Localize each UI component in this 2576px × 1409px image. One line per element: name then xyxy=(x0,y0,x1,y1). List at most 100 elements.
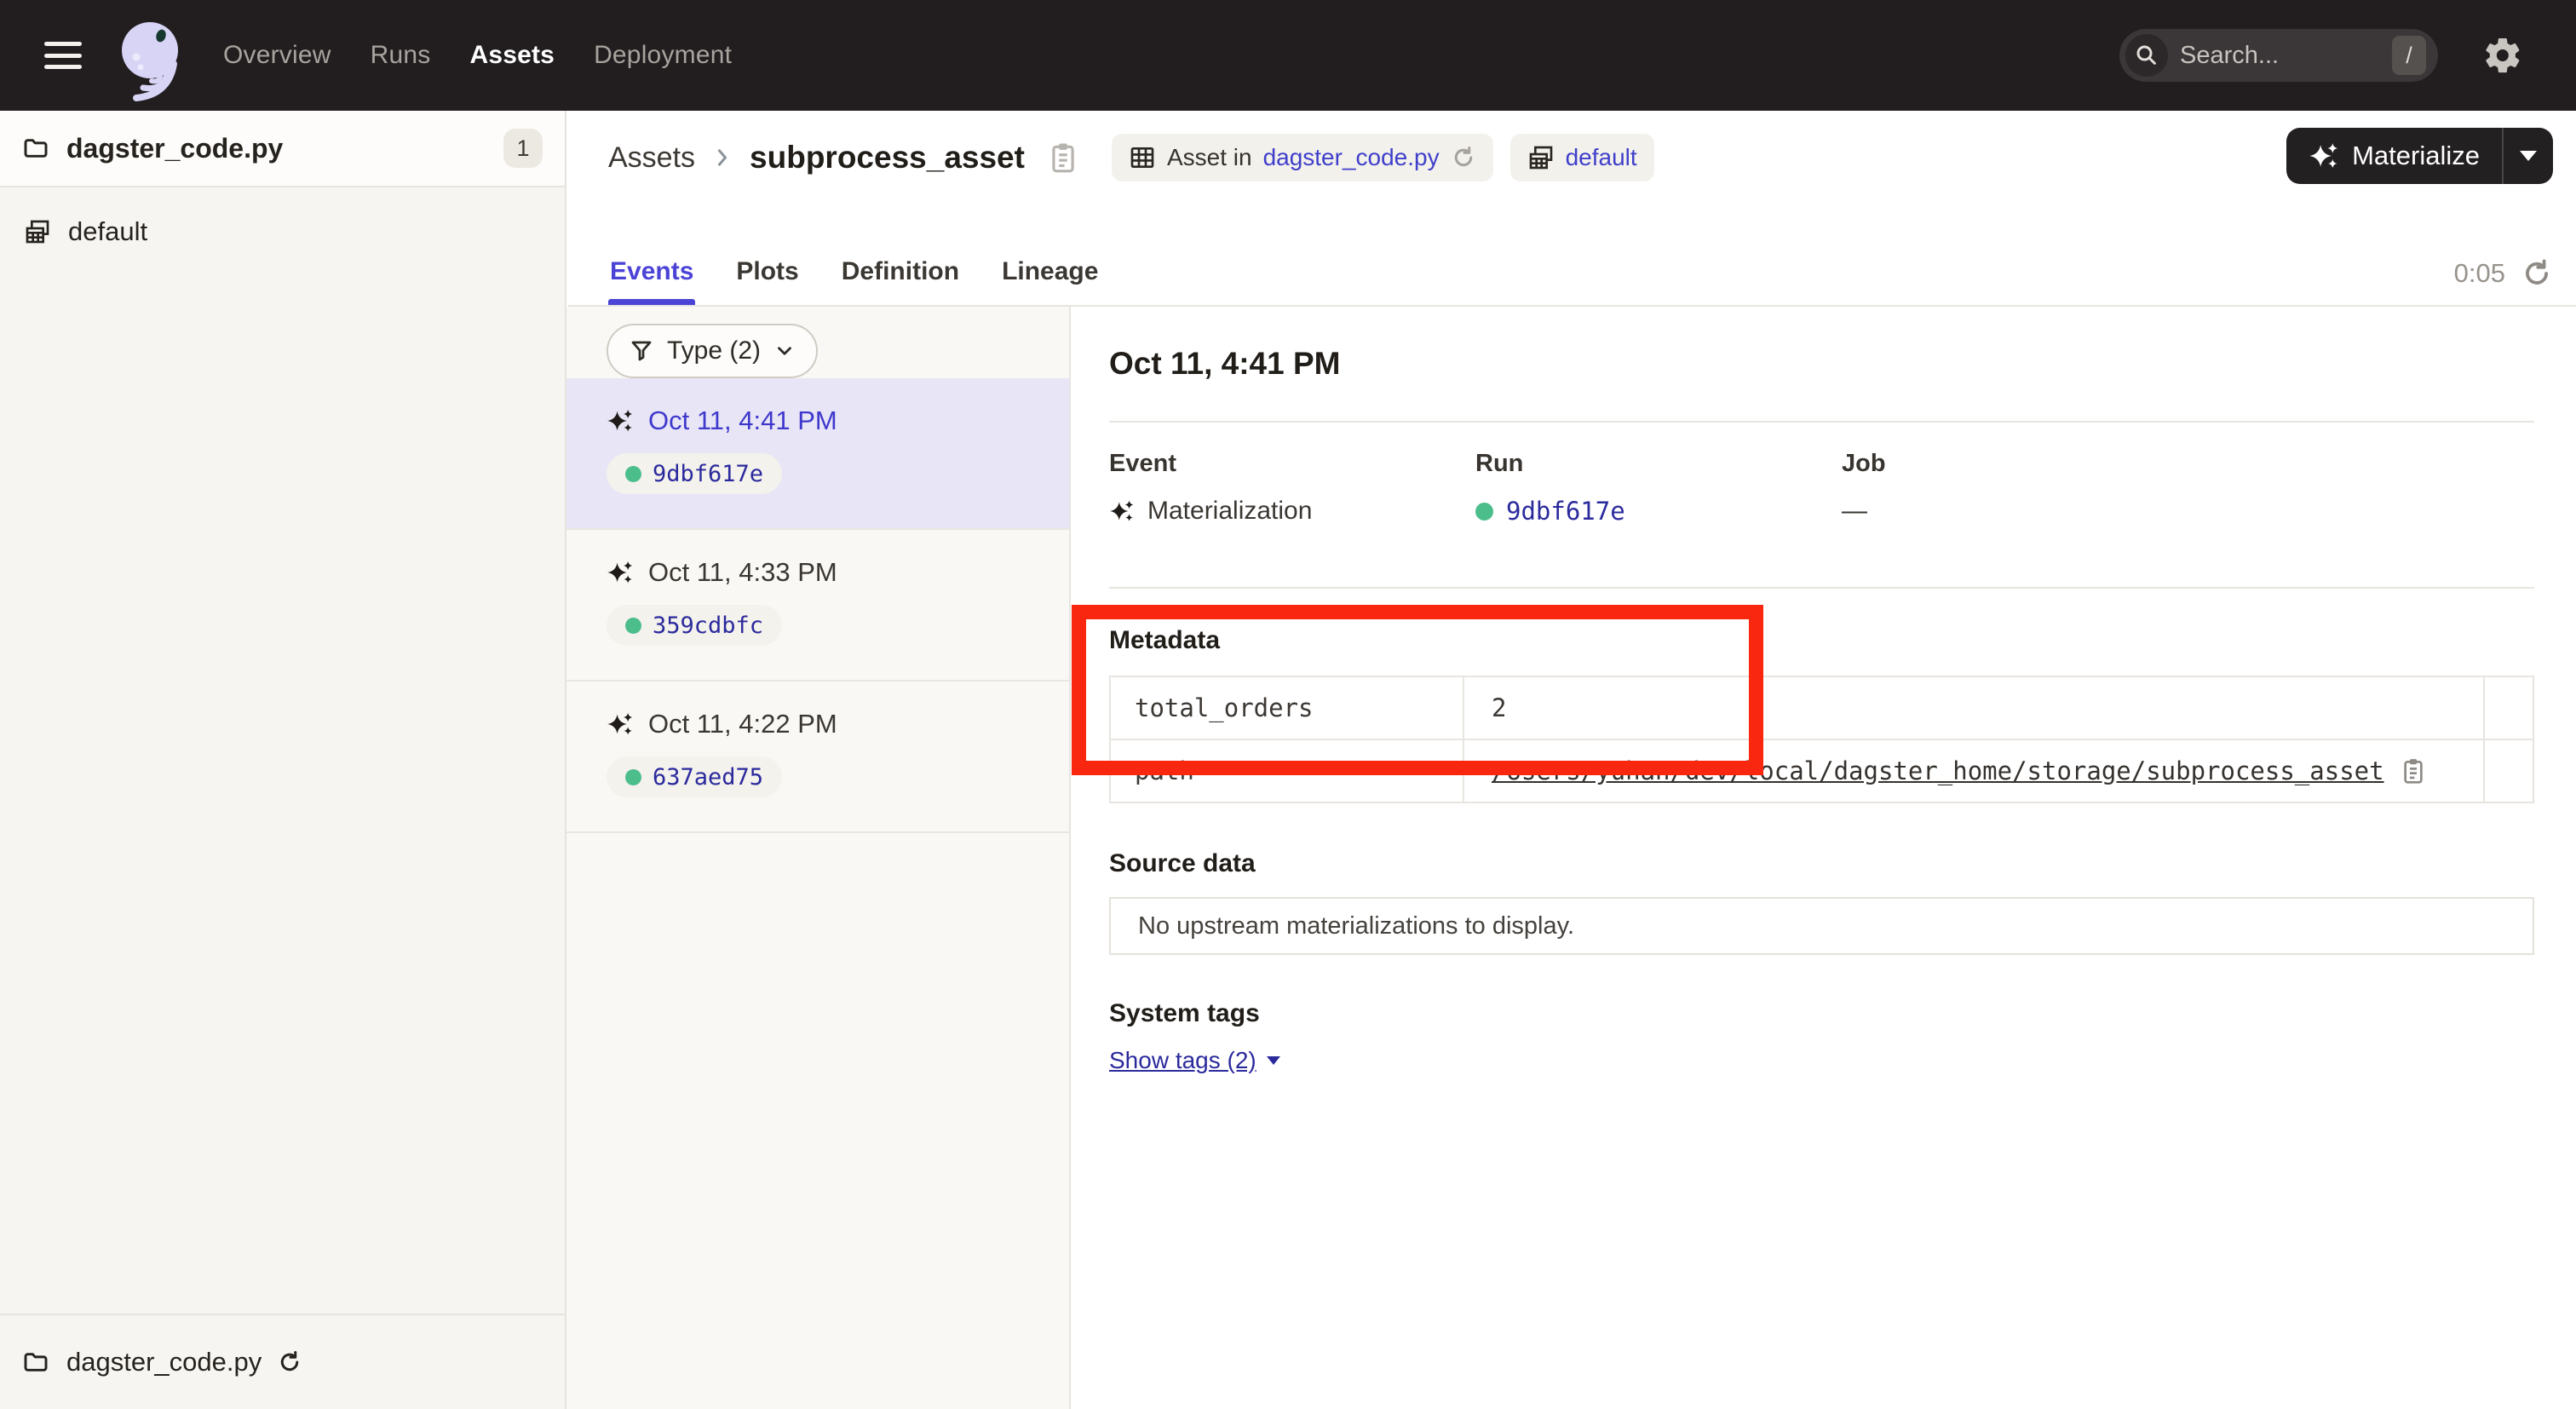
group-label: default xyxy=(68,216,147,247)
filter-icon xyxy=(629,338,654,364)
materialize-label: Materialize xyxy=(2352,141,2480,171)
asset-header: Assets subprocess_asset Asset in dagster… xyxy=(568,111,2576,307)
dagster-logo-icon[interactable] xyxy=(112,16,186,108)
top-navbar: Overview Runs Assets Deployment / xyxy=(0,0,2576,111)
code-location-label: dagster_code.py xyxy=(66,133,283,164)
run-status-dot xyxy=(1475,503,1493,520)
page-title: subprocess_asset xyxy=(750,140,1025,175)
materialize-dropdown-button[interactable] xyxy=(2504,128,2553,184)
empty-state-text: No upstream materializations to display. xyxy=(1138,912,1574,940)
copy-path-icon[interactable] xyxy=(2400,756,2427,786)
run-id-link[interactable]: 9dbf617e xyxy=(1506,497,1625,526)
type-filter-button[interactable]: Type (2) xyxy=(607,324,818,378)
asset-group-icon xyxy=(1527,144,1555,171)
nav-item-assets[interactable]: Assets xyxy=(469,41,555,70)
tab-plots[interactable]: Plots xyxy=(734,257,800,305)
show-tags-label: Show tags (2) xyxy=(1109,1047,1256,1074)
dagster-app: Overview Runs Assets Deployment / dagste… xyxy=(0,0,2576,1409)
run-id-link[interactable]: 9dbf617e xyxy=(653,461,763,487)
run-column-header: Run xyxy=(1475,450,1842,478)
code-location-link[interactable]: dagster_code.py xyxy=(1263,144,1440,171)
folder-icon xyxy=(22,135,49,162)
job-column-header: Job xyxy=(1842,450,2534,478)
source-data-heading: Source data xyxy=(1109,849,2534,878)
group-link[interactable]: default xyxy=(1566,144,1637,171)
table-row: path /Users/yuhan/dev/local/dagster_home… xyxy=(1110,739,2533,802)
refresh-countdown: 0:05 xyxy=(2454,258,2505,289)
metadata-key: total_orders xyxy=(1110,676,1463,739)
metadata-heading: Metadata xyxy=(1109,626,2534,655)
tag-asset-in-code-location[interactable]: Asset in dagster_code.py xyxy=(1112,134,1493,181)
refresh-icon[interactable] xyxy=(2521,257,2553,290)
materialization-sparkle-icon xyxy=(607,407,634,434)
run-pill[interactable]: 359cdbfc xyxy=(607,605,782,646)
tag-prefix: Asset in xyxy=(1167,144,1252,171)
footer-code-location-label: dagster_code.py xyxy=(66,1347,262,1377)
sidebar: dagster_code.py 1 default dagster_code.p… xyxy=(0,111,566,1409)
nav-item-overview[interactable]: Overview xyxy=(223,41,331,70)
materialization-sparkle-icon xyxy=(607,710,634,738)
sidebar-item-default-group[interactable]: default xyxy=(0,201,565,262)
hamburger-menu-icon[interactable] xyxy=(44,42,82,69)
run-pill[interactable]: 9dbf617e xyxy=(607,453,782,494)
tag-group-default[interactable]: default xyxy=(1510,134,1654,181)
materialize-button[interactable]: Materialize xyxy=(2286,128,2553,184)
show-tags-toggle[interactable]: Show tags (2) xyxy=(1109,1047,1280,1074)
reload-icon[interactable] xyxy=(277,1349,302,1375)
event-list-item[interactable]: Oct 11, 4:41 PM 9dbf617e xyxy=(566,378,1069,530)
chevron-right-icon xyxy=(710,146,734,170)
run-id-link[interactable]: 637aed75 xyxy=(653,764,763,791)
breadcrumb-assets-link[interactable]: Assets xyxy=(608,141,695,175)
asset-count-badge: 1 xyxy=(503,129,543,168)
run-status-dot xyxy=(625,769,641,785)
caret-down-icon xyxy=(1267,1056,1280,1065)
tab-lineage[interactable]: Lineage xyxy=(1000,257,1100,305)
metadata-value: 2 xyxy=(1463,676,2484,739)
materialize-sparkle-icon xyxy=(2309,141,2339,171)
event-list-item[interactable]: Oct 11, 4:33 PM 359cdbfc xyxy=(566,530,1069,681)
source-data-empty-state: No upstream materializations to display. xyxy=(1109,897,2534,955)
materialization-sparkle-icon xyxy=(1109,498,1135,524)
sidebar-footer-code-location[interactable]: dagster_code.py xyxy=(0,1314,565,1409)
search-input[interactable] xyxy=(2168,42,2392,70)
breadcrumb: Assets subprocess_asset Asset in dagster… xyxy=(608,131,1654,184)
asset-tabs: Events Plots Definition Lineage xyxy=(608,257,1100,305)
nav-item-deployment[interactable]: Deployment xyxy=(594,41,732,70)
tab-definition[interactable]: Definition xyxy=(840,257,961,305)
event-detail-title: Oct 11, 4:41 PM xyxy=(1109,346,2534,382)
sidebar-item-code-location[interactable]: dagster_code.py 1 xyxy=(0,111,565,187)
event-type-value: Materialization xyxy=(1147,497,1312,526)
event-column: Event Materialization xyxy=(1109,450,1475,526)
event-list-item[interactable]: Oct 11, 4:22 PM 637aed75 xyxy=(566,681,1069,833)
path-link[interactable]: /Users/yuhan/dev/local/dagster_home/stor… xyxy=(1492,756,2384,785)
search-icon xyxy=(2125,34,2168,77)
type-filter-label: Type (2) xyxy=(667,336,761,365)
table-icon xyxy=(1129,144,1156,171)
events-list-panel: Type (2) Oct 11, 4:41 PM 9dbf617e xyxy=(566,307,1071,1409)
refresh-timer: 0:05 xyxy=(2454,257,2553,290)
metadata-key: path xyxy=(1110,739,1463,802)
run-status-dot xyxy=(625,618,641,634)
run-id-link[interactable]: 359cdbfc xyxy=(653,612,763,639)
tab-events[interactable]: Events xyxy=(608,257,695,305)
gear-icon[interactable] xyxy=(2481,33,2525,78)
event-detail-panel: Oct 11, 4:41 PM Event Materialization Ru… xyxy=(1071,307,2576,1409)
run-column: Run 9dbf617e xyxy=(1475,450,1842,526)
event-date: Oct 11, 4:22 PM xyxy=(648,709,837,739)
system-tags-heading: System tags xyxy=(1109,999,2534,1028)
job-column: Job — xyxy=(1842,450,2534,526)
reload-icon[interactable] xyxy=(1451,145,1476,170)
event-date: Oct 11, 4:33 PM xyxy=(648,557,837,588)
event-date: Oct 11, 4:41 PM xyxy=(648,405,837,436)
nav-links: Overview Runs Assets Deployment xyxy=(223,41,732,70)
folder-icon xyxy=(22,1349,49,1376)
table-row: total_orders 2 xyxy=(1110,676,2533,739)
search-shortcut-badge: / xyxy=(2392,36,2426,75)
materialization-sparkle-icon xyxy=(607,559,634,586)
search-box[interactable]: / xyxy=(2119,29,2438,82)
copy-asset-name-icon[interactable] xyxy=(1047,140,1079,175)
nav-item-runs[interactable]: Runs xyxy=(371,41,431,70)
event-column-header: Event xyxy=(1109,450,1475,478)
run-status-dot xyxy=(625,466,641,482)
run-pill[interactable]: 637aed75 xyxy=(607,756,782,797)
